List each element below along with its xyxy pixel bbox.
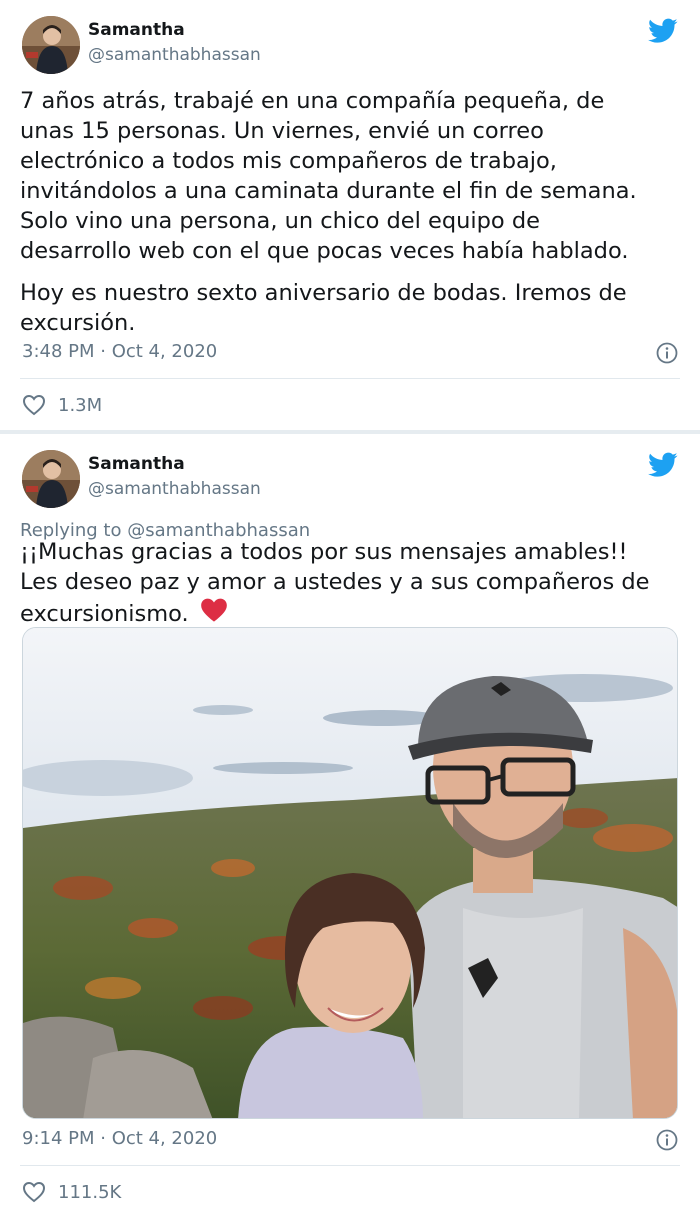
like-button[interactable]: 1.3M xyxy=(22,394,102,416)
tweet-timestamp[interactable]: 3:48 PM · Oct 4, 2020 xyxy=(22,341,217,362)
tweet-timestamp[interactable]: 9:14 PM · Oct 4, 2020 xyxy=(22,1128,217,1149)
twitter-bird-icon[interactable] xyxy=(648,18,678,44)
like-count: 111.5K xyxy=(58,1181,122,1203)
info-icon[interactable] xyxy=(656,342,678,364)
tweet-text-line: excursionismo. xyxy=(20,601,189,627)
tweet-text-line: excursión. xyxy=(20,310,136,336)
tweet-text: ¡¡Muchas gracias a todos por sus mensaje… xyxy=(20,537,680,629)
tweet-text-line: Les deseo paz y amor a ustedes y a sus c… xyxy=(20,569,650,595)
avatar[interactable] xyxy=(22,16,80,74)
avatar[interactable] xyxy=(22,450,80,508)
twitter-bird-icon[interactable] xyxy=(648,452,678,478)
tweet-photo[interactable] xyxy=(22,627,678,1119)
like-count: 1.3M xyxy=(58,394,103,416)
tweet-text-line: ¡¡Muchas gracias a todos por sus mensaje… xyxy=(20,539,628,565)
author-handle[interactable]: @samanthabhassan xyxy=(88,479,261,499)
info-icon[interactable] xyxy=(656,1129,678,1151)
author-name[interactable]: Samantha xyxy=(88,20,185,40)
tweet-card: Samantha @samanthabhassan Replying to @s… xyxy=(0,434,700,1221)
tweet-text-line: electrónico a todos mis compañeros de tr… xyxy=(20,148,557,174)
tweet-text-line: invitándolos a una caminata durante el f… xyxy=(20,178,637,204)
divider xyxy=(20,1165,680,1166)
author-handle[interactable]: @samanthabhassan xyxy=(88,45,261,65)
tweet-text: 7 años atrás, trabajé en una compañía pe… xyxy=(20,86,680,338)
like-button[interactable]: 111.5K xyxy=(22,1181,121,1203)
tweet-card: Samantha @samanthabhassan 7 años atrás, … xyxy=(0,0,700,430)
tweet-text-line-with-emoji: excursionismo. xyxy=(20,597,680,629)
tweet-text-line: Solo vino una persona, un chico del equi… xyxy=(20,208,540,234)
tweet-text-line: desarrollo web con el que pocas veces ha… xyxy=(20,238,629,264)
heart-outline-icon xyxy=(22,394,46,416)
selfie-photo xyxy=(23,628,677,1118)
tweet-text-line: Hoy es nuestro sexto aniversario de boda… xyxy=(20,280,627,306)
tweet-text-line: unas 15 personas. Un viernes, envié un c… xyxy=(20,118,544,144)
red-heart-emoji xyxy=(200,598,227,622)
heart-outline-icon xyxy=(22,1181,46,1203)
author-name[interactable]: Samantha xyxy=(88,454,185,474)
tweet-text-line: 7 años atrás, trabajé en una compañía pe… xyxy=(20,88,605,114)
divider xyxy=(20,378,680,379)
